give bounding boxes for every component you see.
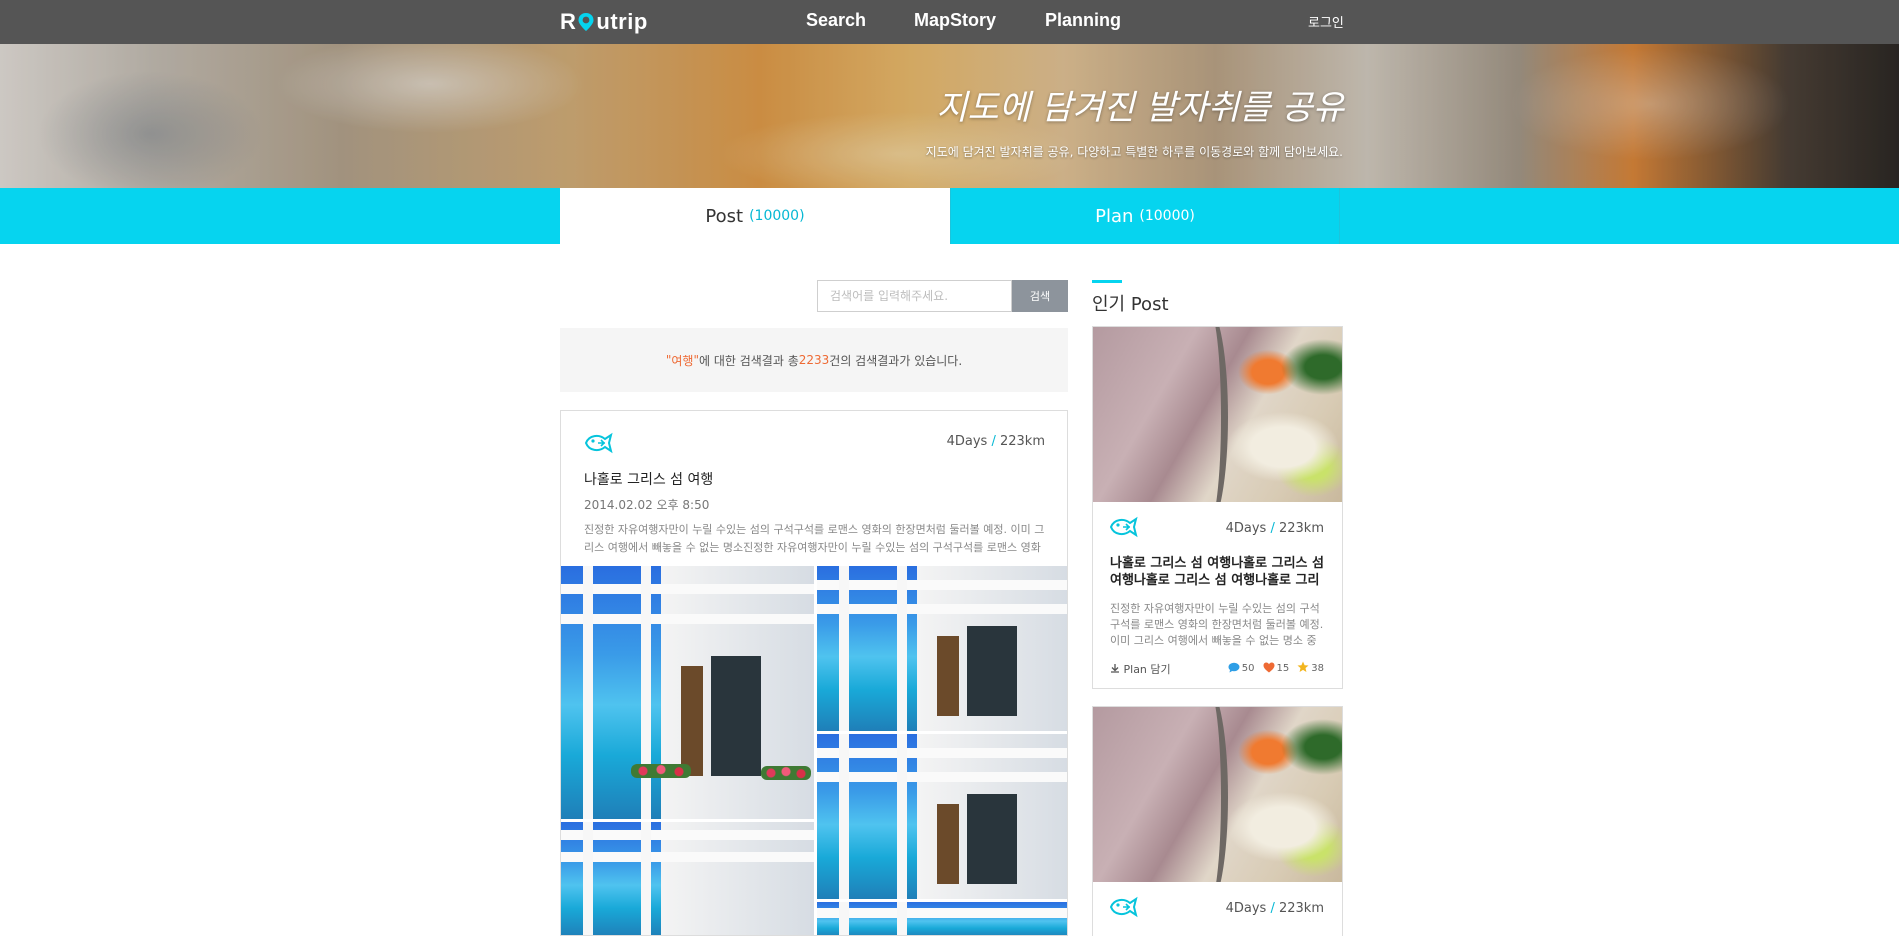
search-button[interactable]: 검색 xyxy=(1012,280,1068,312)
plan-save-label: Plan 담기 xyxy=(1123,663,1171,676)
star-icon xyxy=(1297,661,1309,676)
like-count: 15 xyxy=(1276,663,1290,674)
nav-planning[interactable]: Planning xyxy=(1045,10,1121,31)
popular-post-title[interactable]: 나홀로 그리스 섬 여행나홀로 그리스 섬 여행나홀로 그리스 섬 여행나홀로 … xyxy=(1110,555,1328,589)
tab-plan[interactable]: Plan (10000) xyxy=(950,188,1340,244)
result-text-1: 에 대한 검색결과 총 xyxy=(698,353,799,368)
sidebar-accent-bar xyxy=(1092,280,1122,283)
post-days: 4Days xyxy=(946,434,988,449)
post-separator: / xyxy=(987,434,1000,449)
tab-plan-label: Plan xyxy=(1095,205,1134,227)
post-photo[interactable] xyxy=(817,566,1067,731)
like-stat: 15 xyxy=(1263,662,1290,676)
download-icon xyxy=(1110,663,1124,676)
tab-plan-count: (10000) xyxy=(1139,208,1195,224)
login-link[interactable]: 로그인 xyxy=(1308,12,1344,31)
post-title[interactable]: 나홀로 그리스 섬 여행 xyxy=(584,469,713,489)
popular-post-days: 4Days xyxy=(1225,901,1267,916)
fish-plane-icon xyxy=(583,431,619,455)
post-date: 2014.02.02 오후 8:50 xyxy=(584,498,710,512)
popular-post-photo xyxy=(1093,707,1342,882)
sidebar-title: 인기 Post xyxy=(1092,294,1169,315)
nav-search[interactable]: Search xyxy=(806,10,866,31)
search-result-summary: " 여행 " 에 대한 검색결과 총 2233 건의 검색결과가 있습니다. xyxy=(560,328,1068,392)
star-stat: 38 xyxy=(1297,661,1324,676)
post-trip-meta: 4Days / 223km xyxy=(947,434,1045,449)
popular-post-description: 진정한 자유여행자만이 누릴 수있는 섬의 구석구석를 로맨스 영화의 한장면처… xyxy=(1110,602,1324,647)
popular-post-distance: 223km xyxy=(1278,521,1324,536)
logo-text-right: utrip xyxy=(596,9,648,34)
popular-post-card[interactable]: 4Days / 223km 나홀로 그리스 섬 여행나홀로 그리스 섬 여행나홀… xyxy=(1092,326,1343,689)
tab-post-count: (10000) xyxy=(749,208,805,224)
hero-title: 지도에 담겨진 발자취를 공유 xyxy=(936,88,1344,128)
popular-post-distance: 223km xyxy=(1278,901,1324,916)
popular-post-separator: / xyxy=(1266,901,1279,916)
popular-post-days: 4Days xyxy=(1225,521,1267,536)
popular-post-meta: 4Days / 223km xyxy=(1226,901,1324,916)
heart-icon xyxy=(1263,662,1275,676)
post-distance: 223km xyxy=(999,434,1045,449)
result-keyword: 여행 xyxy=(671,353,694,368)
post-photo[interactable] xyxy=(817,734,1067,899)
plan-save-button[interactable]: Plan 담기 xyxy=(1110,661,1171,677)
logo[interactable]: R utrip xyxy=(560,9,648,35)
nav-mapstory[interactable]: MapStory xyxy=(914,10,996,31)
pin-icon xyxy=(577,12,595,32)
post-card[interactable]: 4Days / 223km 나홀로 그리스 섬 여행 2014.02.02 오후… xyxy=(560,410,1068,936)
fish-plane-icon xyxy=(1108,515,1144,539)
tab-post-label: Post xyxy=(705,205,744,227)
popular-post-separator: / xyxy=(1266,521,1279,536)
hero-subtitle: 지도에 담겨진 발자취를 공유, 다양하고 특별한 하루를 이동경로와 함께 담… xyxy=(925,145,1343,159)
post-description: 진정한 자유여행자만이 누릴 수있는 섬의 구석구석를 로맨스 영화의 한장면처… xyxy=(584,523,1045,554)
post-photo[interactable] xyxy=(817,902,1067,935)
post-photo[interactable] xyxy=(561,566,814,819)
comment-stat: 50 xyxy=(1228,662,1255,676)
star-count: 38 xyxy=(1311,663,1324,674)
popular-post-meta: 4Days / 223km xyxy=(1226,521,1324,536)
post-photo[interactable] xyxy=(561,822,814,935)
search-input[interactable] xyxy=(817,280,1012,312)
result-count: 2233 xyxy=(798,353,830,367)
popular-post-photo xyxy=(1093,327,1342,502)
comment-icon xyxy=(1228,662,1240,676)
tab-bar: Post (10000) Plan (10000) xyxy=(0,188,1899,244)
popular-post-stats: 50 15 38 xyxy=(1228,661,1324,676)
tab-post[interactable]: Post (10000) xyxy=(560,188,950,244)
fish-plane-icon xyxy=(1108,895,1144,919)
hero-banner: 지도에 담겨진 발자취를 공유 지도에 담겨진 발자취를 공유, 다양하고 특별… xyxy=(0,44,1899,188)
top-navigation: R utrip Search MapStory Planning 로그인 xyxy=(0,0,1899,44)
comment-count: 50 xyxy=(1241,663,1255,674)
logo-text-left: R xyxy=(560,9,577,34)
result-text-2: 건의 검색결과가 있습니다. xyxy=(829,353,963,368)
popular-post-card[interactable]: 4Days / 223km xyxy=(1092,706,1343,936)
